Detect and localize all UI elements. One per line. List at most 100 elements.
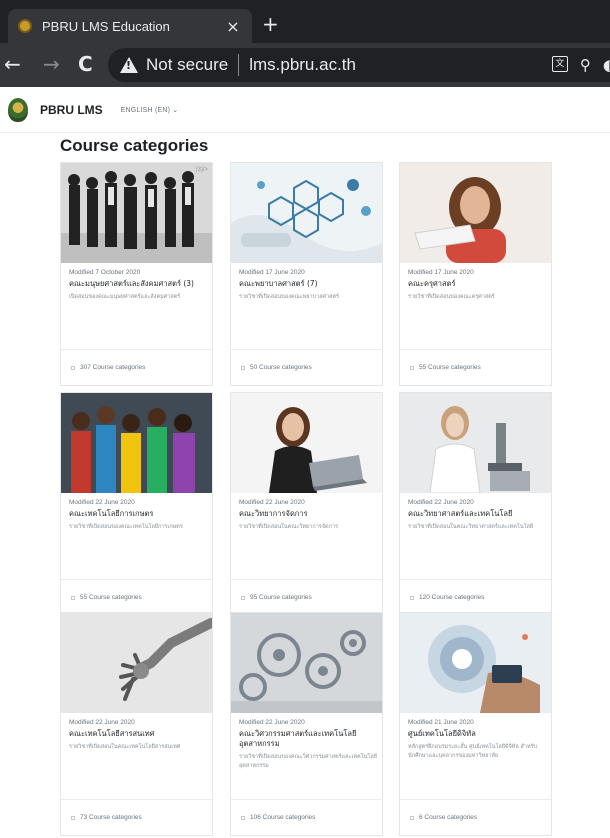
course-category-card[interactable]: (3)/> Modified 7 October 2020 คณะมนุษยศา… [60, 162, 213, 386]
browser-tab-bar: PBRU LMS Education × + [0, 0, 610, 43]
back-button[interactable]: ← [4, 53, 21, 75]
card-modified-date: Modified 22 June 2020 [69, 719, 135, 726]
browser-toolbar: ← → C Not secure lms.pbru.ac.th 文 ⚲ ◐ [0, 43, 610, 87]
card-body: Modified 22 June 2020 คณะเทคโนโลยีการเกษ… [69, 499, 207, 532]
course-category-card[interactable]: Modified 21 June 2020 ศูนย์เทคโนโลยีดิจิ… [399, 612, 552, 836]
site-header: PBRU LMS ENGLISH (EN) ⌄ [0, 87, 610, 133]
card-title[interactable]: ศูนย์เทคโนโลยีดิจิทัล [408, 729, 546, 739]
security-label[interactable]: Not secure [146, 55, 228, 75]
warning-icon[interactable] [120, 57, 138, 73]
card-image[interactable]: (3)/> [61, 163, 212, 263]
course-category-card[interactable]: Modified 22 June 2020 คณะเทคโนโลยีสารสนเ… [60, 612, 213, 836]
close-icon[interactable]: × [224, 17, 242, 36]
card-footer: 120 Course categories [400, 579, 551, 615]
category-count: 50 Course categories [250, 364, 312, 371]
card-description: รายวิชาที่เปิดสอนในคณะวิทยาการจัดการ [239, 524, 338, 530]
card-image[interactable] [231, 163, 382, 263]
card-footer: 95 Course categories [231, 579, 382, 615]
card-image[interactable] [231, 613, 382, 713]
card-image[interactable] [231, 393, 382, 493]
folder-icon [71, 815, 75, 820]
category-count: 120 Course categories [419, 594, 485, 601]
card-footer: 73 Course categories [61, 799, 212, 835]
page-title: Course categories [60, 136, 209, 155]
card-modified-date: Modified 22 June 2020 [239, 499, 305, 506]
card-body: Modified 22 June 2020 คณะเทคโนโลยีสารสนเ… [69, 719, 207, 752]
card-footer: 106 Course categories [231, 799, 382, 835]
card-modified-date: Modified 17 June 2020 [239, 269, 305, 276]
card-title[interactable]: คณะครุศาสตร์ [408, 279, 546, 289]
card-modified-date: Modified 22 June 2020 [408, 499, 474, 506]
card-description: รายวิชาที่เปิดสอนในคณะเทคโนโลยีสารสนเทศ [69, 744, 181, 750]
card-body: Modified 22 June 2020 คณะวิทยาการจัดการ … [239, 499, 377, 532]
card-modified-date: Modified 7 October 2020 [69, 269, 141, 276]
card-footer: 6 Course categories [400, 799, 551, 835]
card-modified-date: Modified 21 June 2020 [408, 719, 474, 726]
site-name[interactable]: PBRU LMS [40, 103, 103, 117]
card-title[interactable]: คณะพยาบาลศาสตร์ (7) [239, 279, 377, 289]
translate-icon[interactable]: 文 [551, 56, 568, 72]
category-count: 307 Course categories [80, 364, 146, 371]
card-description: รายวิชาที่เปิดสอนของคณะเทคโนโลยีการเกษตร [69, 524, 183, 530]
course-category-card[interactable]: Modified 17 June 2020 คณะครุศาสตร์ รายวิ… [399, 162, 552, 386]
browser-tab[interactable]: PBRU LMS Education × [8, 9, 252, 43]
tab-title: PBRU LMS Education [42, 18, 170, 34]
card-title[interactable]: คณะเทคโนโลยีการเกษตร [69, 509, 207, 519]
folder-icon [410, 595, 414, 600]
folder-icon [241, 595, 245, 600]
course-category-card[interactable]: Modified 22 June 2020 คณะวิทยาศาสตร์และเ… [399, 392, 552, 616]
address-bar[interactable]: Not secure lms.pbru.ac.th 文 ⚲ ◐ [108, 48, 610, 82]
card-footer: 50 Course categories [231, 349, 382, 385]
folder-icon [241, 815, 245, 820]
url-text[interactable]: lms.pbru.ac.th [249, 55, 356, 75]
course-category-card[interactable]: Modified 22 June 2020 คณะเทคโนโลยีการเกษ… [60, 392, 213, 616]
site-favicon-icon [18, 19, 32, 33]
card-description: รายวิชาที่เปิดสอนของคณะวิศวกรรมศาสตร์และ… [239, 754, 377, 769]
folder-icon [410, 365, 414, 370]
course-category-card[interactable]: Modified 22 June 2020 คณะวิศวกรรมศาสตร์แ… [230, 612, 383, 836]
card-title[interactable]: คณะวิทยาศาสตร์และเทคโนโลยี [408, 509, 546, 519]
card-title[interactable]: คณะวิศวกรรมศาสตร์และเทคโนโลยีอุตสาหกรรม [239, 729, 377, 749]
card-body: Modified 22 June 2020 คณะวิทยาศาสตร์และเ… [408, 499, 546, 532]
reload-button[interactable]: C [78, 53, 93, 75]
course-category-card[interactable]: Modified 17 June 2020 คณะพยาบาลศาสตร์ (7… [230, 162, 383, 386]
forward-button[interactable]: → [43, 53, 60, 75]
card-image[interactable] [400, 163, 551, 263]
folder-icon [241, 365, 245, 370]
folder-icon [71, 365, 75, 370]
card-description: หลักสูตรฝึกอบรมระยะสั้น ศูนย์เทคโนโลยีดิ… [408, 744, 538, 759]
card-body: Modified 7 October 2020 คณะมนุษยศาสตร์แล… [69, 269, 207, 302]
card-body: Modified 21 June 2020 ศูนย์เทคโนโลยีดิจิ… [408, 719, 546, 761]
language-menu[interactable]: ENGLISH (EN) ⌄ [121, 106, 179, 114]
new-tab-button[interactable]: + [262, 14, 279, 34]
category-count: 73 Course categories [80, 814, 142, 821]
category-count: 55 Course categories [80, 594, 142, 601]
card-footer: 307 Course categories [61, 349, 212, 385]
course-category-card[interactable]: Modified 22 June 2020 คณะวิทยาการจัดการ … [230, 392, 383, 616]
image-badge: (3)/> [195, 167, 208, 173]
card-image[interactable] [400, 393, 551, 493]
card-modified-date: Modified 22 June 2020 [239, 719, 305, 726]
card-title[interactable]: คณะมนุษยศาสตร์และสังคมศาสตร์ (3) [69, 279, 207, 289]
card-body: Modified 17 June 2020 คณะครุศาสตร์ รายวิ… [408, 269, 546, 302]
card-title[interactable]: คณะเทคโนโลยีสารสนเทศ [69, 729, 207, 739]
site-logo[interactable] [8, 97, 28, 122]
folder-icon [410, 815, 414, 820]
card-image[interactable] [61, 393, 212, 493]
card-footer: 55 Course categories [400, 349, 551, 385]
card-description: เปิดสอนของคณะมนุษยศาสตร์และสังคมศาสตร์ [69, 294, 181, 300]
zoom-icon[interactable]: ⚲ [580, 56, 591, 74]
eye-off-icon[interactable]: ◐ [603, 56, 610, 74]
card-title[interactable]: คณะวิทยาการจัดการ [239, 509, 377, 519]
card-modified-date: Modified 17 June 2020 [408, 269, 474, 276]
card-modified-date: Modified 22 June 2020 [69, 499, 135, 506]
address-bar-actions: 文 ⚲ ◐ [551, 56, 610, 74]
category-count: 6 Course categories [419, 814, 478, 821]
card-image[interactable] [400, 613, 551, 713]
category-count: 95 Course categories [250, 594, 312, 601]
card-body: Modified 17 June 2020 คณะพยาบาลศาสตร์ (7… [239, 269, 377, 302]
card-description: รายวิชาที่เปิดสอนในคณะวิทยาศาสตร์และเทคโ… [408, 524, 534, 530]
card-image[interactable] [61, 613, 212, 713]
category-count: 55 Course categories [419, 364, 481, 371]
card-body: Modified 22 June 2020 คณะวิศวกรรมศาสตร์แ… [239, 719, 377, 771]
